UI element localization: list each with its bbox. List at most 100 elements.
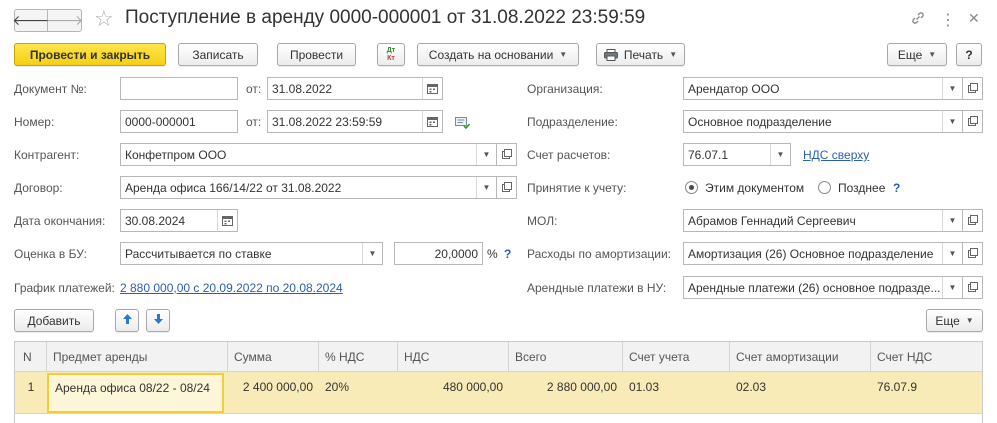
dept-select[interactable]: Основное подразделение ▼ [683, 110, 963, 133]
open-form-icon [967, 247, 978, 261]
open-rent-button[interactable] [963, 276, 983, 299]
chevron-down-icon: ▼ [928, 50, 937, 59]
cell-account[interactable]: 01.03 [623, 372, 730, 414]
cell-vat-account[interactable]: 76.07.9 [871, 372, 984, 414]
chevron-down-icon[interactable]: ▼ [476, 144, 496, 165]
open-depr-button[interactable] [963, 242, 983, 265]
cell-vat[interactable]: 480 000,00 [398, 372, 509, 414]
valuation-label: Оценка в БУ: [14, 247, 87, 261]
col-header-vat[interactable]: НДС [398, 342, 509, 372]
col-header-sum[interactable]: Сумма [228, 342, 319, 372]
chevron-down-icon[interactable]: ▼ [942, 210, 962, 231]
rent-select[interactable]: Арендные платежи (26) основное подразде.… [683, 276, 963, 299]
doc-date-input[interactable]: 31.08.2022 [267, 77, 443, 100]
chevron-down-icon[interactable]: ▼ [942, 277, 962, 298]
chevron-down-icon[interactable]: ▼ [942, 78, 962, 99]
col-header-n[interactable]: N [15, 342, 47, 372]
create-based-on-button[interactable]: Создать на основании ▼ [417, 43, 579, 66]
end-date-value: 30.08.2024 [125, 213, 186, 228]
rate-help-icon[interactable]: ? [504, 247, 511, 261]
number-value: 0000-000001 [125, 114, 196, 129]
cell-item[interactable]: Аренда офиса 08/22 - 08/24 [47, 373, 224, 413]
cell-sum[interactable]: 2 400 000,00 [228, 372, 319, 414]
vat-link[interactable]: НДС сверху [803, 148, 869, 162]
open-mol-button[interactable] [963, 209, 983, 232]
table-more-button[interactable]: Еще ▼ [926, 309, 983, 332]
open-contract-button[interactable] [497, 176, 517, 199]
help-button[interactable]: ? [956, 43, 982, 66]
doc-no-input[interactable] [120, 77, 238, 100]
more-vertical-icon[interactable]: ⋮ [940, 10, 956, 30]
counterparty-select[interactable]: Конфетпром ООО ▼ [120, 143, 497, 166]
open-counterparty-button[interactable] [497, 143, 517, 166]
number-input[interactable]: 0000-000001 [120, 110, 238, 133]
calendar-icon[interactable] [422, 78, 442, 99]
acceptance-this-doc-radio[interactable] [685, 181, 698, 194]
col-header-vat-account[interactable]: Счет НДС [871, 342, 984, 372]
depr-select[interactable]: Амортизация (26) Основное подразделение … [683, 242, 963, 265]
dept-value: Основное подразделение [688, 114, 832, 129]
chevron-down-icon[interactable]: ▼ [942, 243, 962, 264]
move-down-button[interactable] [146, 309, 170, 332]
favorite-star-icon[interactable]: ☆ [94, 6, 114, 32]
acceptance-help-icon[interactable]: ? [893, 181, 900, 195]
col-header-account[interactable]: Счет учета [623, 342, 730, 372]
move-up-button[interactable] [115, 309, 139, 332]
forward-button[interactable]: 🡒 [46, 9, 83, 32]
print-button[interactable]: Печать ▼ [596, 43, 685, 66]
chevron-down-icon: ▼ [559, 50, 568, 59]
org-select[interactable]: Арендатор ООО ▼ [683, 77, 963, 100]
col-header-vat-rate[interactable]: % НДС [319, 342, 398, 372]
arrow-up-icon [122, 313, 133, 328]
chevron-down-icon[interactable]: ▼ [476, 177, 496, 198]
rent-label: Арендные платежи в НУ: [527, 281, 667, 295]
items-table[interactable]: N Предмет аренды Сумма % НДС НДС Всего С… [14, 341, 983, 423]
calendar-icon[interactable] [422, 111, 442, 132]
post-button[interactable]: Провести [277, 43, 356, 66]
number-date-input[interactable]: 31.08.2022 23:59:59 [267, 110, 443, 133]
table-more-label: Еще [935, 313, 960, 328]
history-icon[interactable] [455, 116, 471, 132]
contract-select[interactable]: Аренда офиса 166/14/22 от 31.08.2022 ▼ [120, 176, 497, 199]
acceptance-later-radio[interactable] [818, 181, 831, 194]
col-header-item[interactable]: Предмет аренды [47, 342, 228, 372]
table-row[interactable]: 1 Аренда офиса 08/22 - 08/24 2 400 000,0… [15, 372, 982, 414]
account-select[interactable]: 76.07.1 ▼ [683, 143, 791, 166]
mol-select[interactable]: Абрамов Геннадий Сергеевич ▼ [683, 209, 963, 232]
end-date-input[interactable]: 30.08.2024 [120, 209, 238, 232]
cell-vat-rate[interactable]: 20% [319, 372, 398, 414]
chevron-down-icon[interactable]: ▼ [362, 243, 382, 264]
contract-label: Договор: [14, 181, 63, 195]
chevron-down-icon[interactable]: ▼ [942, 111, 962, 132]
rate-input[interactable]: 20,0000 [394, 242, 483, 265]
close-icon[interactable]: ✕ [968, 10, 980, 27]
arrow-left-icon: 🡐 [12, 12, 50, 28]
back-button[interactable]: 🡐 [12, 9, 50, 32]
more-button[interactable]: Еще ▼ [887, 43, 947, 66]
account-label: Счет расчетов: [527, 148, 611, 162]
table-header: N Предмет аренды Сумма % НДС НДС Всего С… [15, 342, 982, 372]
cell-n: 1 [27, 380, 35, 394]
calendar-icon[interactable] [217, 210, 237, 231]
dept-label: Подразделение: [527, 115, 618, 129]
open-org-button[interactable] [963, 77, 983, 100]
save-button[interactable]: Записать [178, 43, 258, 66]
depr-value: Амортизация (26) Основное подразделение [688, 246, 934, 261]
dt-kt-button[interactable]: Дт Кт [377, 43, 405, 66]
number-label: Номер: [14, 115, 55, 129]
open-dept-button[interactable] [963, 110, 983, 133]
col-header-total[interactable]: Всего [509, 342, 623, 372]
cell-depr-account[interactable]: 02.03 [730, 372, 871, 414]
col-header-depr-account[interactable]: Счет амортизации [730, 342, 871, 372]
link-icon[interactable] [910, 10, 926, 30]
chevron-down-icon: ▼ [965, 316, 974, 325]
page-title: Поступление в аренду 0000-000001 от 31.0… [125, 7, 646, 28]
number-date-value: 31.08.2022 23:59:59 [272, 114, 383, 129]
chevron-down-icon[interactable]: ▼ [770, 144, 790, 165]
add-row-button[interactable]: Добавить [14, 309, 94, 332]
cell-total[interactable]: 2 880 000,00 [509, 372, 623, 414]
valuation-select[interactable]: Рассчитывается по ставке ▼ [120, 242, 383, 265]
post-and-close-button[interactable]: Провести и закрыть [14, 43, 166, 66]
create-based-on-label: Создать на основании [428, 47, 554, 62]
schedule-link[interactable]: 2 880 000,00 с 20.09.2022 по 20.08.2024 [120, 281, 343, 295]
